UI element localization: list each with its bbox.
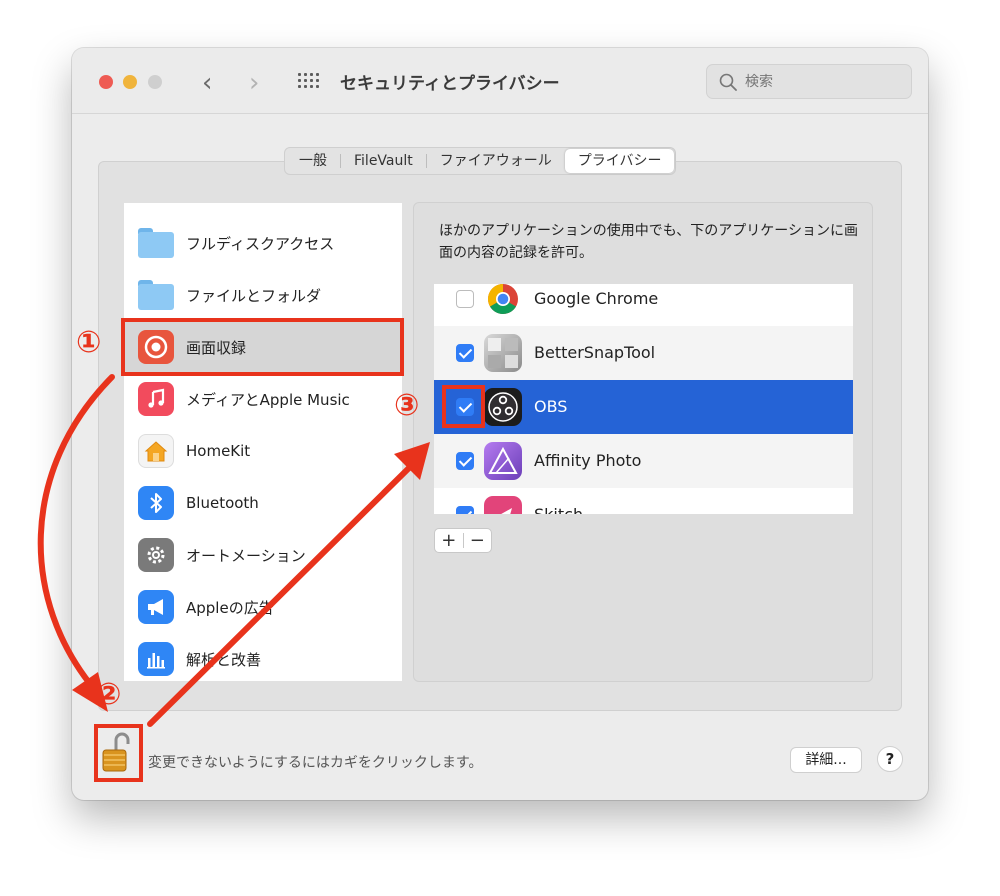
zoom-window-button[interactable]: [148, 75, 162, 89]
tab-firewall[interactable]: ファイアウォール: [427, 149, 565, 173]
privacy-sidebar: フルディスクアクセス ファイルとフォルダ 画面収録 メディアとApple Mus…: [124, 203, 402, 681]
app-name: Skitch: [534, 505, 583, 514]
music-icon: [138, 382, 174, 416]
list-item-affinity-photo[interactable]: Affinity Photo: [434, 434, 853, 488]
sidebar-item-files-and-folders[interactable]: ファイルとフォルダ: [124, 269, 402, 321]
advanced-button[interactable]: 詳細...: [790, 747, 862, 773]
app-checkbox[interactable]: [456, 344, 474, 362]
sidebar-item-full-disk-access[interactable]: フルディスクアクセス: [124, 217, 402, 269]
sidebar-item-media-apple-music[interactable]: メディアとApple Music: [124, 373, 402, 425]
tab-bar: 一般 FileVault ファイアウォール プライバシー: [284, 147, 677, 175]
bettersnaptool-icon: [484, 334, 522, 372]
app-checkbox[interactable]: [456, 506, 474, 514]
search-input[interactable]: [745, 71, 895, 93]
sidebar-item-label: オートメーション: [186, 546, 306, 565]
remove-app-button[interactable]: −: [464, 530, 492, 552]
app-name: Affinity Photo: [534, 451, 642, 470]
app-name: OBS: [534, 397, 568, 416]
tab-filevault[interactable]: FileVault: [341, 149, 426, 173]
add-remove-control: + −: [434, 528, 492, 553]
folder-icon: [138, 278, 174, 312]
chart-icon: [138, 642, 174, 676]
sidebar-item-apple-advertising[interactable]: Appleの広告: [124, 581, 402, 633]
help-button[interactable]: ?: [877, 746, 903, 772]
megaphone-icon: [138, 590, 174, 624]
minimize-window-button[interactable]: [123, 75, 137, 89]
folder-icon: [138, 226, 174, 260]
sidebar-item-label: 解析と改善: [186, 650, 262, 669]
obs-icon: [484, 388, 522, 426]
annotation-step-2: ②: [96, 677, 122, 712]
skitch-icon: [484, 496, 522, 514]
annotation-step-3: ③: [394, 388, 420, 423]
close-window-button[interactable]: [99, 75, 113, 89]
forward-button[interactable]: ›: [249, 68, 259, 98]
annotation-step-1: ①: [76, 325, 102, 360]
annotation-box-screen-recording: [121, 318, 404, 376]
preferences-window: ‹ › セキュリティとプライバシー 一般 FileVault ファイアウォール …: [72, 48, 928, 800]
sidebar-item-label: Bluetooth: [186, 494, 259, 512]
window-title: セキュリティとプライバシー: [340, 74, 560, 94]
lock-instruction-text: 変更できないようにするにはカギをクリックします。: [148, 755, 483, 771]
tab-privacy[interactable]: プライバシー: [564, 149, 675, 173]
search-field[interactable]: [706, 64, 912, 99]
permission-description: ほかのアプリケーションの使用中でも、下のアプリケーションに画面の内容の記録を許可…: [439, 223, 859, 261]
app-checkbox[interactable]: [456, 290, 474, 308]
sidebar-item-homekit[interactable]: HomeKit: [124, 425, 402, 477]
search-icon: [719, 73, 737, 91]
bluetooth-icon: [138, 486, 174, 520]
sidebar-item-bluetooth[interactable]: Bluetooth: [124, 477, 402, 529]
list-item-skitch[interactable]: Skitch: [434, 488, 853, 514]
app-name: Google Chrome: [534, 289, 659, 308]
add-app-button[interactable]: +: [435, 530, 463, 552]
list-item-obs[interactable]: OBS: [434, 380, 853, 434]
annotation-box-obs-checkbox: [442, 385, 485, 428]
sidebar-item-label: フルディスクアクセス: [186, 234, 335, 253]
title-bar: ‹ › セキュリティとプライバシー: [72, 48, 928, 114]
list-item-bettersnaptool[interactable]: BetterSnapTool: [434, 326, 853, 380]
back-button[interactable]: ‹: [202, 68, 212, 98]
gear-icon: [138, 538, 174, 572]
tab-general[interactable]: 一般: [286, 149, 340, 173]
sidebar-item-label: メディアとApple Music: [186, 390, 350, 409]
sidebar-item-automation[interactable]: オートメーション: [124, 529, 402, 581]
sidebar-item-label: Appleの広告: [186, 598, 274, 617]
show-all-grid-icon[interactable]: [298, 73, 320, 91]
chrome-icon: [484, 284, 522, 318]
sidebar-item-label: ファイルとフォルダ: [186, 286, 322, 305]
annotation-box-lock: [94, 724, 143, 782]
sidebar-item-label: HomeKit: [186, 442, 251, 460]
app-name: BetterSnapTool: [534, 343, 656, 362]
list-item-google-chrome[interactable]: Google Chrome: [434, 284, 853, 326]
app-list[interactable]: Google Chrome BetterSnapTool OBS Affinit…: [434, 284, 853, 514]
app-checkbox[interactable]: [456, 452, 474, 470]
sidebar-item-analytics[interactable]: 解析と改善: [124, 633, 402, 685]
affinity-photo-icon: [484, 442, 522, 480]
home-icon: [138, 434, 174, 468]
